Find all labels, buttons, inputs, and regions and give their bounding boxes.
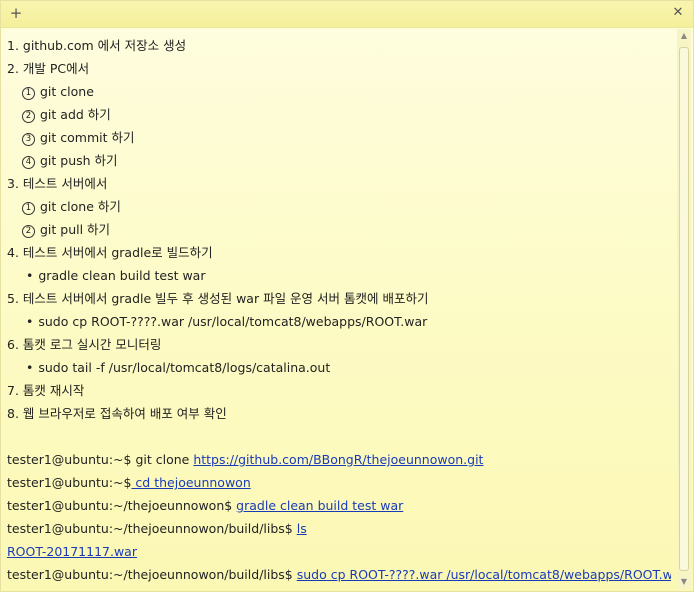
step-3-item: 1 git clone 하기 [7,195,671,218]
shell-prompt: tester1@ubuntu:~$ [7,452,136,467]
scroll-down-icon[interactable]: ▼ [677,575,691,589]
circled-number: 1 [22,202,35,215]
step-4-bullet: • gradle clean build test war [7,264,671,287]
step-2-item-text: git clone [40,84,94,99]
shell-prompt: tester1@ubuntu:~/thejoeunnowon/build/lib… [7,521,297,536]
add-note-button[interactable]: + [7,4,25,22]
title-bar: + ✕ [1,1,693,28]
step-2-item: 2 git add 하기 [7,103,671,126]
step-8: 8. 웹 브라우저로 접속하여 배포 여부 확인 [7,406,227,421]
terminal-link[interactable]: ROOT-20171117.war [7,544,137,559]
step-1: 1. github.com 에서 저장소 생성 [7,38,187,53]
bullet-icon: • [26,360,34,375]
shell-prompt: tester1@ubuntu:~/thejoeunnowon$ [7,498,237,513]
step-6: 6. 톰캣 로그 실시간 모니터링 [7,337,162,352]
plus-icon: + [9,4,23,22]
circled-number: 2 [22,110,35,123]
terminal-line: tester1@ubuntu:~/thejoeunnowon$ gradle c… [7,494,671,517]
step-2: 2. 개발 PC에서 [7,61,90,76]
terminal-line: tester1@ubuntu:~$ cd thejoeunnowon [7,471,671,494]
step-2-item: 4 git push 하기 [7,149,671,172]
circled-number: 1 [22,87,35,100]
circled-number: 4 [22,156,35,169]
terminal-link[interactable]: ls [297,521,307,536]
terminal-link[interactable]: sudo cp ROOT-????.war /usr/local/tomcat8… [297,567,671,582]
sticky-note-window: + ✕ 1. github.com 에서 저장소 생성 2. 개발 PC에서 1… [0,0,694,592]
terminal-link[interactable]: cd thejoeunnowon [131,475,250,490]
step-3: 3. 테스트 서버에서 [7,176,108,191]
step-3-item-text: git pull 하기 [40,222,111,237]
step-5-bullet: • sudo cp ROOT-????.war /usr/local/tomcat… [7,310,671,333]
step-5-bullet-text: sudo cp ROOT-????.war /usr/local/tomcat8… [38,314,428,329]
note-text-area[interactable]: 1. github.com 에서 저장소 생성 2. 개발 PC에서 1 git … [7,34,671,588]
circled-number: 3 [22,133,35,146]
terminal-link[interactable]: https://github.com/BBongR/thejoeunnowon.… [193,452,483,467]
step-5: 5. 테스트 서버에서 gradle 빌두 후 생성된 war 파일 운영 서버… [7,291,429,306]
step-7: 7. 톰캣 재시작 [7,383,85,398]
scroll-up-icon[interactable]: ▲ [677,29,691,43]
vertical-scrollbar[interactable]: ▲ ▼ [677,29,691,589]
step-2-item-text: git push 하기 [40,153,118,168]
shell-command: git clone [135,452,194,467]
terminal-link[interactable]: gradle clean build test war [236,498,403,513]
step-2-item-text: git add 하기 [40,107,111,122]
terminal-line: tester1@ubuntu:~/thejoeunnowon/build/lib… [7,517,671,540]
shell-prompt: tester1@ubuntu:~/thejoeunnowon/build/lib… [7,567,297,582]
step-3-item: 2 git pull 하기 [7,218,671,241]
step-4-bullet-text: gradle clean build test war [38,268,206,283]
terminal-line: tester1@ubuntu:~/thejoeunnowon/build/lib… [7,563,671,586]
step-2-item-text: git commit 하기 [40,130,135,145]
step-6-bullet-text: sudo tail -f /usr/local/tomcat8/logs/cat… [38,360,331,375]
bullet-icon: • [26,314,34,329]
step-3-item-text: git clone 하기 [40,199,121,214]
step-2-item: 3 git commit 하기 [7,126,671,149]
terminal-line: ROOT-20171117.war [7,540,671,563]
shell-prompt: tester1@ubuntu:~$ [7,475,132,490]
scrollbar-thumb[interactable] [679,47,689,571]
close-icon: ✕ [672,5,684,20]
bullet-icon: • [26,268,34,283]
step-2-item: 1 git clone [7,80,671,103]
step-4: 4. 테스트 서버에서 gradle로 빌드하기 [7,245,213,260]
close-note-button[interactable]: ✕ [669,4,687,22]
terminal-line: tester1@ubuntu:~$ git clone https://gith… [7,448,671,471]
circled-number: 2 [22,225,35,238]
step-6-bullet: • sudo tail -f /usr/local/tomcat8/logs/ca… [7,356,671,379]
